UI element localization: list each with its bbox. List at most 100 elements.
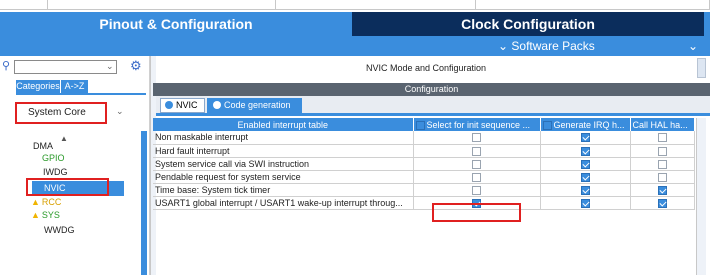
checkbox-cell	[540, 144, 631, 158]
gen-irq-checkbox[interactable]	[580, 159, 590, 169]
search-icon[interactable]: ⚲	[2, 59, 10, 72]
scrollbar[interactable]	[697, 58, 706, 78]
chevron-down-icon[interactable]: ⌄	[688, 36, 698, 56]
page-title: NVIC Mode and Configuration	[365, 63, 487, 73]
table-row[interactable]: Time base: System tick timer	[153, 183, 695, 197]
gear-icon[interactable]: ⚙	[130, 58, 142, 74]
checkbox-cell	[540, 196, 631, 210]
column-header-label: Generate IRQ h...	[553, 119, 625, 130]
call-hal-checkbox[interactable]	[657, 198, 667, 208]
tab-code-generation[interactable]: Code generation	[207, 98, 302, 113]
tab-nvic[interactable]: NVIC	[160, 98, 205, 113]
column-header-label: Select for init sequence ...	[426, 119, 531, 130]
interrupt-table: Enabled interrupt table Select for init …	[153, 118, 695, 210]
gen-irq-checkbox[interactable]	[580, 185, 590, 195]
call-hal-checkbox[interactable]	[657, 172, 667, 182]
select-init-checkbox[interactable]	[472, 185, 481, 195]
sidebar-item-label: RCC	[41, 197, 62, 207]
column-header[interactable]: Enabled interrupt table	[153, 118, 414, 131]
sidebar-item-dma[interactable]: DMA	[33, 140, 53, 152]
checkbox-cell	[630, 144, 695, 158]
checkbox-cell	[413, 157, 541, 171]
header-checkbox[interactable]	[542, 120, 552, 130]
checkbox-cell	[540, 183, 631, 197]
search-input[interactable]	[14, 60, 117, 74]
select-init-checkbox[interactable]	[472, 146, 481, 156]
sidebar-item-iwdg[interactable]: IWDG	[43, 166, 68, 178]
gen-irq-checkbox[interactable]	[580, 146, 590, 156]
sidebar-item-wwdg[interactable]: WWDG	[44, 224, 75, 236]
call-hal-checkbox[interactable]	[657, 146, 667, 156]
table-header-row: Enabled interrupt table Select for init …	[153, 118, 695, 131]
categories-underline	[16, 93, 146, 95]
table-row[interactable]: Hard fault interrupt	[153, 144, 695, 158]
highlight-box	[26, 178, 109, 196]
tab-label: NVIC	[176, 100, 198, 110]
tab-overflow-edge	[704, 12, 710, 36]
table-row[interactable]: USART1 global interrupt / USART1 wake-up…	[153, 196, 695, 210]
sidebar-scrollbar[interactable]	[141, 131, 147, 275]
tab-clock-configuration[interactable]: Clock Configuration	[352, 12, 704, 36]
categories-button[interactable]: Categories	[16, 80, 60, 93]
column-header-label: Call HAL ha...	[632, 119, 688, 130]
system-core-dropdown[interactable]: System Core	[15, 102, 107, 124]
table-row[interactable]: System service call via SWI instruction	[153, 157, 695, 171]
sort-icon[interactable]: ▲	[60, 134, 68, 143]
interrupt-name: Time base: System tick timer	[153, 183, 414, 197]
interrupt-name: USART1 global interrupt / USART1 wake-up…	[153, 196, 414, 210]
warning-icon: ▲	[31, 197, 40, 207]
checkbox-cell	[630, 170, 695, 184]
software-packs-bar: ⌄ Software Packs ⌄	[352, 36, 710, 56]
select-init-checkbox[interactable]	[472, 172, 481, 182]
tab-pinout-configuration[interactable]: Pinout & Configuration	[0, 12, 352, 36]
subtab-underline	[156, 113, 710, 116]
top-strip-tab	[476, 0, 710, 10]
sidebar-item-gpio[interactable]: GPIO	[42, 152, 65, 164]
column-header[interactable]: Generate IRQ h...	[540, 118, 631, 131]
column-header[interactable]: Call HAL ha...	[630, 118, 695, 131]
top-strip-tab	[276, 0, 476, 10]
interrupt-name: Non maskable interrupt	[153, 131, 414, 145]
select-init-checkbox[interactable]	[472, 159, 481, 169]
checkbox-cell	[540, 131, 631, 145]
checkbox-cell	[413, 131, 541, 145]
gen-irq-checkbox[interactable]	[580, 198, 590, 208]
a-to-z-button[interactable]: A->Z	[60, 80, 88, 93]
call-hal-checkbox[interactable]	[657, 133, 667, 143]
configuration-header: Configuration	[153, 83, 710, 96]
gen-irq-checkbox[interactable]	[580, 133, 590, 143]
checkbox-cell	[413, 170, 541, 184]
chevron-down-icon: ⌄	[498, 39, 509, 53]
checkbox-cell	[413, 144, 541, 158]
software-packs-label: Software Packs	[511, 39, 595, 53]
column-header[interactable]: Select for init sequence ...	[413, 118, 541, 131]
call-hal-checkbox[interactable]	[657, 159, 667, 169]
checkbox-cell	[630, 196, 695, 210]
table-row[interactable]: Non maskable interrupt	[153, 131, 695, 145]
warning-icon: ▲	[31, 210, 40, 220]
sidebar-item-label: SYS	[41, 210, 60, 220]
status-dot-icon	[165, 101, 173, 109]
sidebar-item-rcc[interactable]: ▲ RCC	[31, 196, 61, 208]
table-scrollbar[interactable]	[696, 118, 706, 275]
checkbox-cell	[540, 157, 631, 171]
interrupt-name: Pendable request for system service	[153, 170, 414, 184]
interrupt-name: Hard fault interrupt	[153, 144, 414, 158]
sidebar-item-sys[interactable]: ▲ SYS	[31, 209, 60, 221]
checkbox-cell	[630, 183, 695, 197]
top-strip-tab	[48, 0, 276, 10]
chevron-down-icon[interactable]: ⌄	[106, 61, 114, 72]
software-packs-menu[interactable]: ⌄ Software Packs	[498, 36, 595, 56]
header-checkbox[interactable]	[415, 120, 425, 130]
highlight-box	[432, 203, 521, 222]
checkbox-cell	[630, 131, 695, 145]
chevron-down-icon[interactable]: ⌄	[116, 106, 124, 117]
call-hal-checkbox[interactable]	[657, 185, 667, 195]
select-init-checkbox[interactable]	[472, 133, 481, 143]
checkbox-cell	[630, 157, 695, 171]
table-row[interactable]: Pendable request for system service	[153, 170, 695, 184]
toolbar-left	[0, 36, 352, 56]
window-top-strip	[0, 0, 710, 12]
gen-irq-checkbox[interactable]	[580, 172, 590, 182]
interrupt-name: System service call via SWI instruction	[153, 157, 414, 171]
